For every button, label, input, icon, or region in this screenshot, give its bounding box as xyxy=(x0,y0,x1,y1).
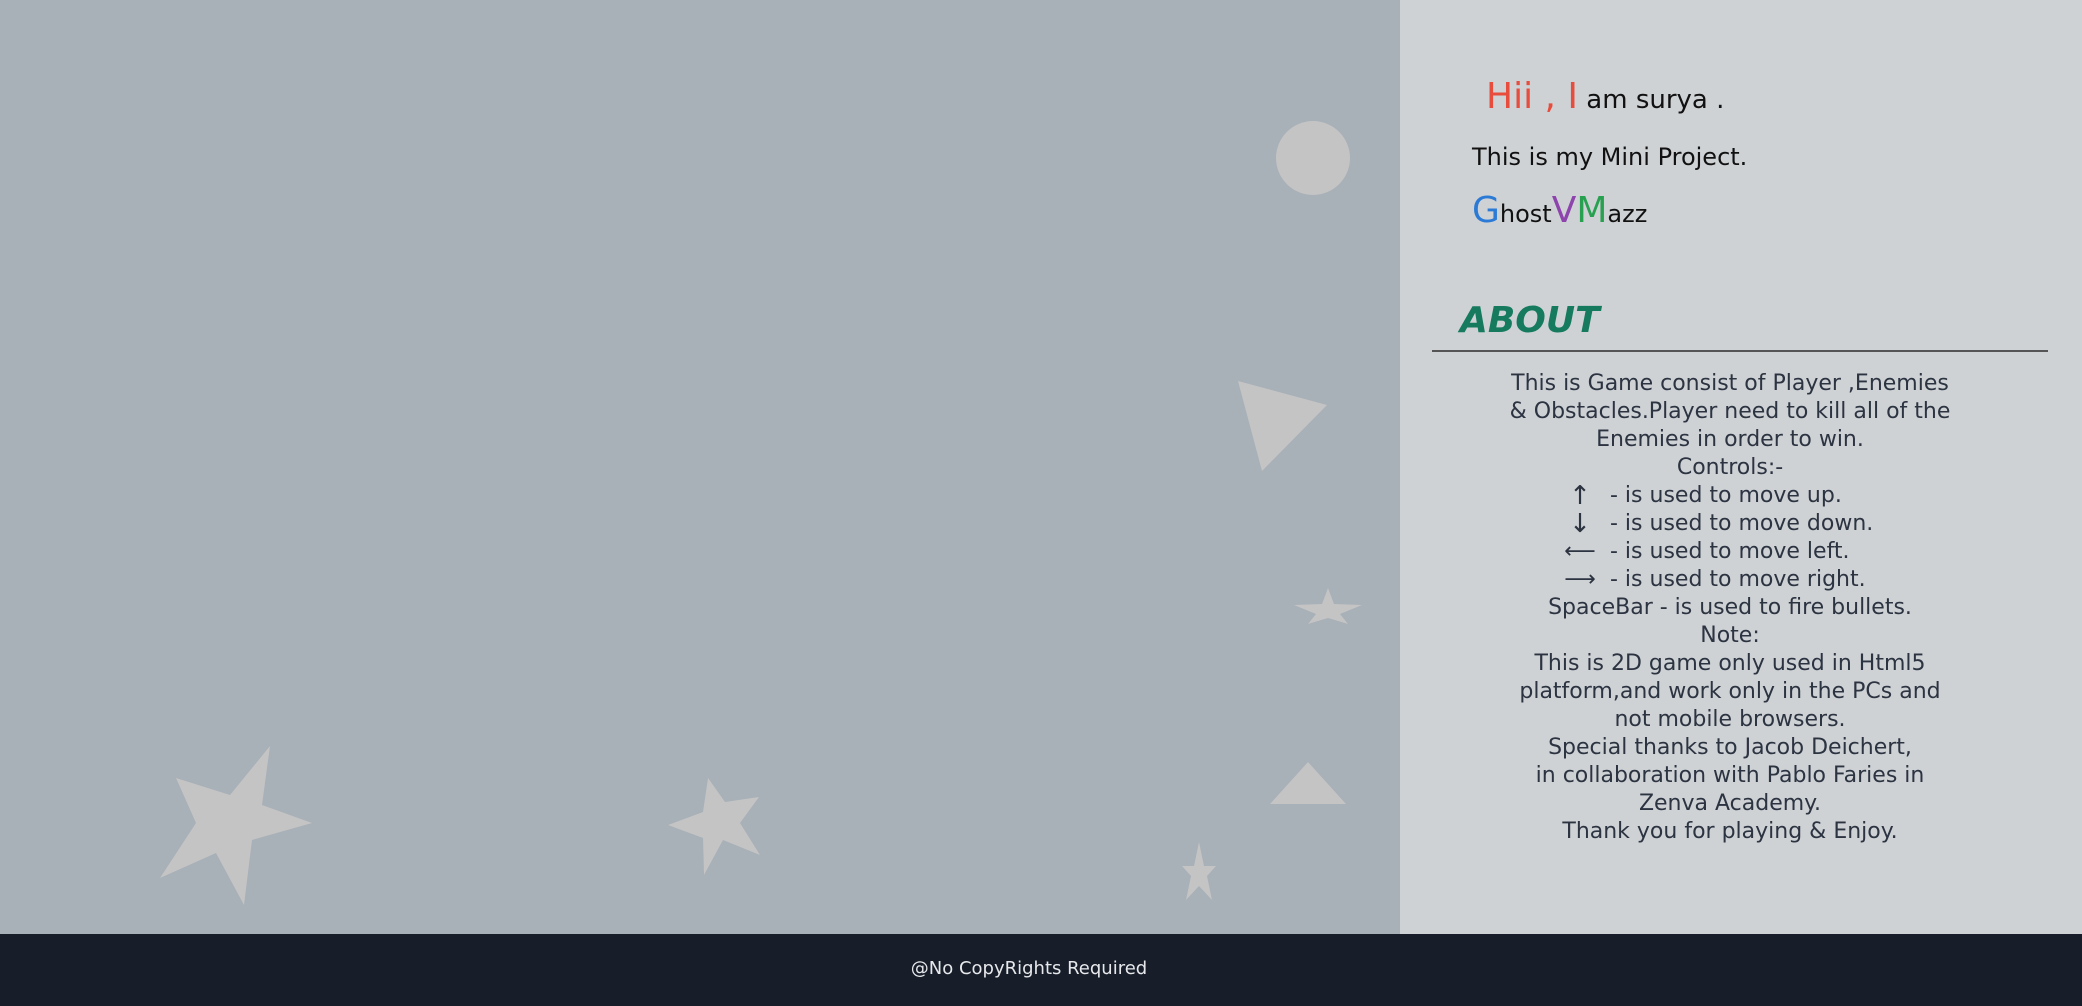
brand-mazz-rest: azz xyxy=(1607,200,1648,228)
star-obstacle-large xyxy=(160,746,312,905)
note-line: not mobile browsers. xyxy=(1614,707,1846,732)
game-canvas[interactable] xyxy=(0,0,1400,934)
footer-copyright: @No CopyRights Required xyxy=(910,957,1148,979)
project-tagline: This is my Mini Project. xyxy=(1472,143,1748,171)
control-desc: - is used to move down. xyxy=(1610,511,1874,536)
control-row-right: ⟶ - is used to move right. xyxy=(1500,566,1960,594)
brand-ghost-rest: host xyxy=(1499,200,1552,228)
about-line: Enemies in order to win. xyxy=(1596,427,1864,452)
control-row-down: ↓ - is used to move down. xyxy=(1500,510,1960,538)
arrow-right-icon: ⟶ xyxy=(1564,567,1596,592)
about-line: & Obstacles.Player need to kill all of t… xyxy=(1509,399,1951,424)
brand-letter-g: G xyxy=(1472,190,1500,231)
controls-heading: Controls:- xyxy=(1676,455,1784,480)
control-desc: - is used to move right. xyxy=(1610,567,1866,592)
note-line: platform,and work only in the PCs and xyxy=(1519,679,1941,704)
control-row-up: ↑ - is used to move up. xyxy=(1500,482,1960,510)
brand-letter-m: M xyxy=(1576,190,1608,231)
about-divider xyxy=(1432,350,2048,352)
game-shapes xyxy=(160,121,1362,905)
star-obstacle-small-right xyxy=(1294,588,1362,624)
arrow-up-icon: ↑ xyxy=(1569,481,1591,511)
note-line: in collaboration with Pablo Faries in xyxy=(1535,763,1925,788)
control-desc: - is used to move up. xyxy=(1610,483,1842,508)
circle-obstacle xyxy=(1276,121,1350,195)
about-content: This is Game consist of Player ,Enemies … xyxy=(1500,370,1960,846)
spacebar-control: SpaceBar - is used to fire bullets. xyxy=(1548,595,1912,620)
page: Hii , I am surya . This is my Mini Proje… xyxy=(0,0,2082,1006)
control-row-left: ⟵ - is used to move left. xyxy=(1500,538,1960,566)
triangle-obstacle xyxy=(1238,381,1327,471)
info-panel: Hii , I am surya . This is my Mini Proje… xyxy=(1400,0,2082,934)
note-line: Zenva Academy. xyxy=(1638,791,1822,816)
note-heading: Note: xyxy=(1700,623,1760,648)
footer: @No CopyRights Required xyxy=(0,934,2082,1006)
about-heading: ABOUT xyxy=(1460,300,1600,341)
triangle-obstacle-bottom xyxy=(1270,762,1346,804)
arrow-left-icon: ⟵ xyxy=(1564,539,1596,564)
greeting: Hii , I am surya . xyxy=(1486,76,1724,117)
brand-letter-v: V xyxy=(1551,190,1577,231)
greeting-accent: Hii , I xyxy=(1486,76,1579,117)
note-line: Special thanks to Jacob Deichert, xyxy=(1548,735,1912,760)
greeting-rest: am surya . xyxy=(1578,85,1725,115)
note-line: This is 2D game only used in Html5 xyxy=(1534,651,1926,676)
arrow-down-icon: ↓ xyxy=(1569,509,1591,539)
control-desc: - is used to move left. xyxy=(1610,539,1850,564)
note-line: Thank you for playing & Enjoy. xyxy=(1562,819,1898,844)
star-obstacle-tiny xyxy=(1182,842,1216,900)
star-obstacle-medium xyxy=(668,778,760,875)
brand-name: GhostVMazz xyxy=(1472,190,1647,231)
about-line: This is Game consist of Player ,Enemies xyxy=(1511,371,1949,396)
